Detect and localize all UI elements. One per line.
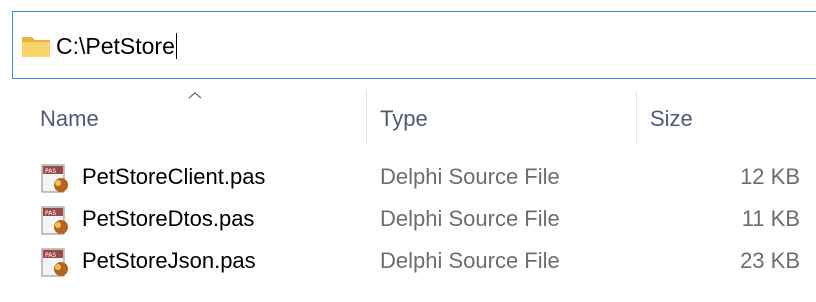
file-size: 12 KB [740,164,800,189]
file-type: Delphi Source File [380,206,560,231]
svg-text:PAS: PAS [45,168,56,175]
pas-file-icon: PAS [41,164,68,193]
file-row[interactable]: PAS PetStoreClient.pas Delphi Source Fil… [0,158,816,198]
svg-text:PAS: PAS [45,252,56,259]
pas-file-icon: PAS [41,248,68,277]
column-divider[interactable] [366,90,367,144]
pas-file-icon: PAS [41,206,68,235]
address-bar[interactable]: C:\PetStore [12,11,816,79]
column-header-name[interactable]: Name [40,104,99,134]
file-row[interactable]: PAS PetStoreJson.pas Delphi Source File … [0,242,816,282]
file-row[interactable]: PAS PetStoreDtos.pas Delphi Source File … [0,200,816,240]
chevron-up-icon[interactable] [186,90,204,100]
file-name: PetStoreDtos.pas [82,206,255,231]
column-header-size[interactable]: Size [650,104,693,134]
column-header-type[interactable]: Type [380,104,428,134]
file-size: 23 KB [740,248,800,273]
file-name: PetStoreJson.pas [82,248,256,273]
file-name: PetStoreClient.pas [82,164,266,189]
text-caret [175,33,177,59]
column-divider[interactable] [636,90,637,144]
file-type: Delphi Source File [380,248,560,273]
address-path[interactable]: C:\PetStore [56,31,177,61]
file-size: 11 KB [741,206,800,231]
folder-icon [22,37,50,57]
svg-text:PAS: PAS [45,210,56,217]
file-type: Delphi Source File [380,164,560,189]
